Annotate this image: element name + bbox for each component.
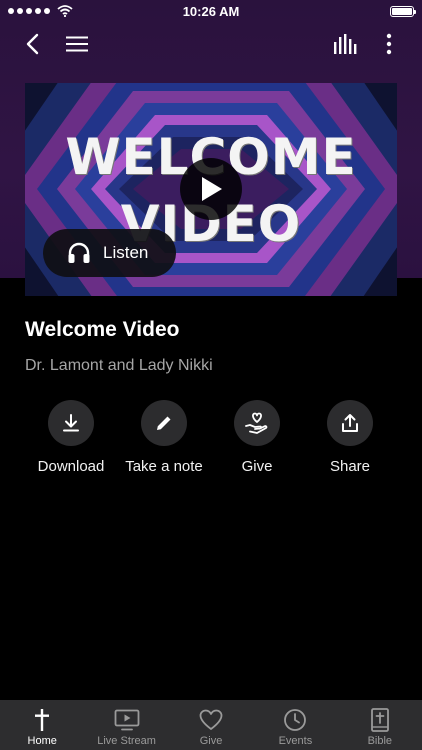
- back-button[interactable]: [16, 28, 48, 60]
- tab-give[interactable]: Give: [169, 700, 253, 750]
- take-note-button[interactable]: Take a note: [114, 400, 214, 475]
- equalizer-icon: [334, 34, 357, 54]
- chevron-left-icon: [26, 33, 39, 55]
- listen-label: Listen: [103, 243, 149, 262]
- status-time: 10:26 AM: [182, 3, 240, 19]
- play-icon: [202, 177, 222, 201]
- download-label: Download: [37, 458, 105, 475]
- headphones-icon: [68, 242, 90, 263]
- share-icon: [342, 414, 358, 432]
- nav-bar: [0, 22, 422, 66]
- play-button[interactable]: [180, 158, 242, 220]
- audio-button[interactable]: [329, 28, 361, 60]
- tab-live-stream-label: Live Stream: [97, 735, 156, 747]
- clock-icon: [284, 709, 307, 731]
- more-vertical-icon: [386, 33, 392, 55]
- cross-icon: [35, 709, 50, 731]
- video-thumbnail[interactable]: WELCOME VIDEO Listen: [25, 83, 397, 296]
- tab-home[interactable]: Home: [0, 700, 84, 750]
- download-button[interactable]: Download: [21, 400, 121, 475]
- give-label: Give: [241, 458, 273, 475]
- tab-live-stream[interactable]: Live Stream: [84, 700, 168, 750]
- pencil-icon: [157, 416, 171, 430]
- status-bar: 10:26 AM: [0, 0, 422, 22]
- download-icon: [63, 414, 79, 432]
- listen-button[interactable]: Listen: [43, 229, 176, 277]
- tab-events[interactable]: Events: [253, 700, 337, 750]
- tv-play-icon: [114, 709, 140, 731]
- menu-button[interactable]: [61, 28, 93, 60]
- action-row: Download Take a note Give Share: [0, 400, 422, 480]
- bible-icon: [370, 708, 389, 732]
- give-heart-hand-icon: [245, 412, 268, 434]
- share-button[interactable]: Share: [300, 400, 400, 475]
- tab-events-label: Events: [278, 735, 313, 747]
- share-label: Share: [329, 458, 371, 475]
- take-note-label: Take a note: [125, 458, 203, 475]
- tab-bible-label: Bible: [367, 735, 393, 747]
- tab-bible[interactable]: Bible: [338, 700, 422, 750]
- tab-home-label: Home: [27, 735, 57, 747]
- battery-icon: [390, 5, 416, 17]
- tab-bar: Home Live Stream Give Events Bible: [0, 700, 422, 750]
- tab-give-label: Give: [199, 735, 223, 747]
- hamburger-icon: [66, 36, 88, 52]
- give-button[interactable]: Give: [207, 400, 307, 475]
- more-button[interactable]: [373, 28, 405, 60]
- media-title: Welcome Video: [25, 318, 180, 341]
- media-speakers: Dr. Lamont and Lady Nikki: [25, 357, 213, 374]
- heart-icon: [199, 709, 223, 730]
